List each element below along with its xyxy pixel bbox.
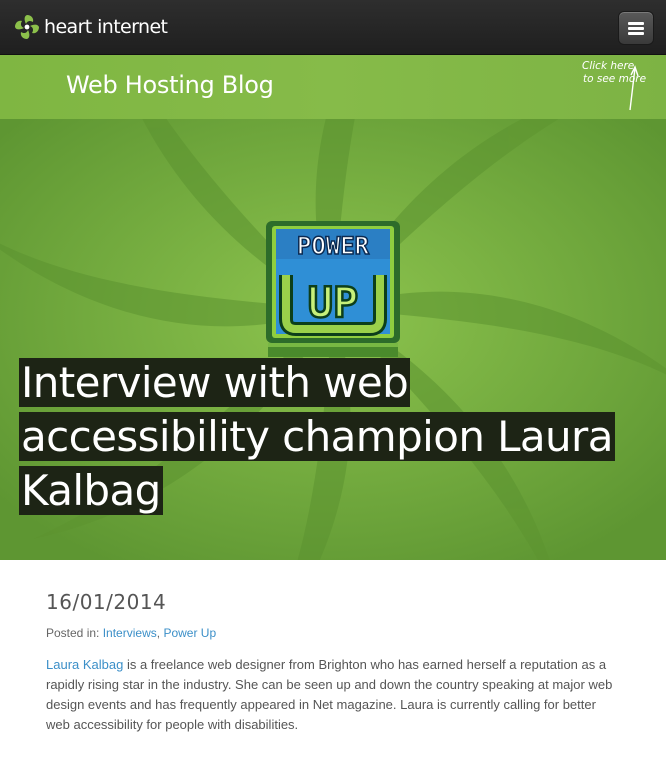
article-title-line-2: accessibility champion Laura [19, 412, 615, 461]
category-separator: , [156, 626, 161, 640]
menu-button[interactable] [618, 11, 654, 45]
badge-text-power: POWER [297, 232, 370, 260]
blog-title-bar: Web Hosting Blog [0, 55, 666, 119]
article-title-line-1: Interview with web [19, 358, 411, 407]
note-line-1: Click here [582, 60, 635, 72]
category-link-interviews[interactable]: Interviews [103, 626, 157, 640]
article-intro-text: is a freelance web designer from Brighto… [46, 657, 613, 732]
article-intro: Laura Kalbag is a freelance web designer… [46, 655, 616, 735]
article-title-line-3: Kalbag [19, 466, 163, 515]
click-to-see-more-note[interactable]: Click here to see more [582, 60, 646, 86]
brand-name: heart internet [44, 16, 168, 38]
power-up-badge-icon: POWER UP [266, 221, 400, 357]
post-date: 16/01/2014 [46, 590, 167, 614]
posted-in-label: Posted in: [46, 626, 100, 640]
hero-banner: POWER UP Interview with web accessibilit… [0, 119, 666, 560]
note-line-2: to see more [583, 73, 647, 85]
site-header: heart internet [0, 0, 666, 55]
hamburger-menu-icon [628, 21, 644, 35]
author-link[interactable]: Laura Kalbag [46, 657, 123, 672]
blog-title[interactable]: Web Hosting Blog [66, 71, 274, 99]
badge-text-up: UP [308, 278, 359, 327]
category-link-power-up[interactable]: Power Up [163, 626, 216, 640]
post-categories: Posted in: Interviews, Power Up [46, 626, 616, 640]
heart-internet-logo-icon [15, 15, 39, 39]
article-title: Interview with web accessibility champio… [19, 356, 639, 518]
brand-logo[interactable]: heart internet [13, 12, 168, 42]
article-content: 16/01/2014 Posted in: Interviews, Power … [46, 590, 616, 735]
